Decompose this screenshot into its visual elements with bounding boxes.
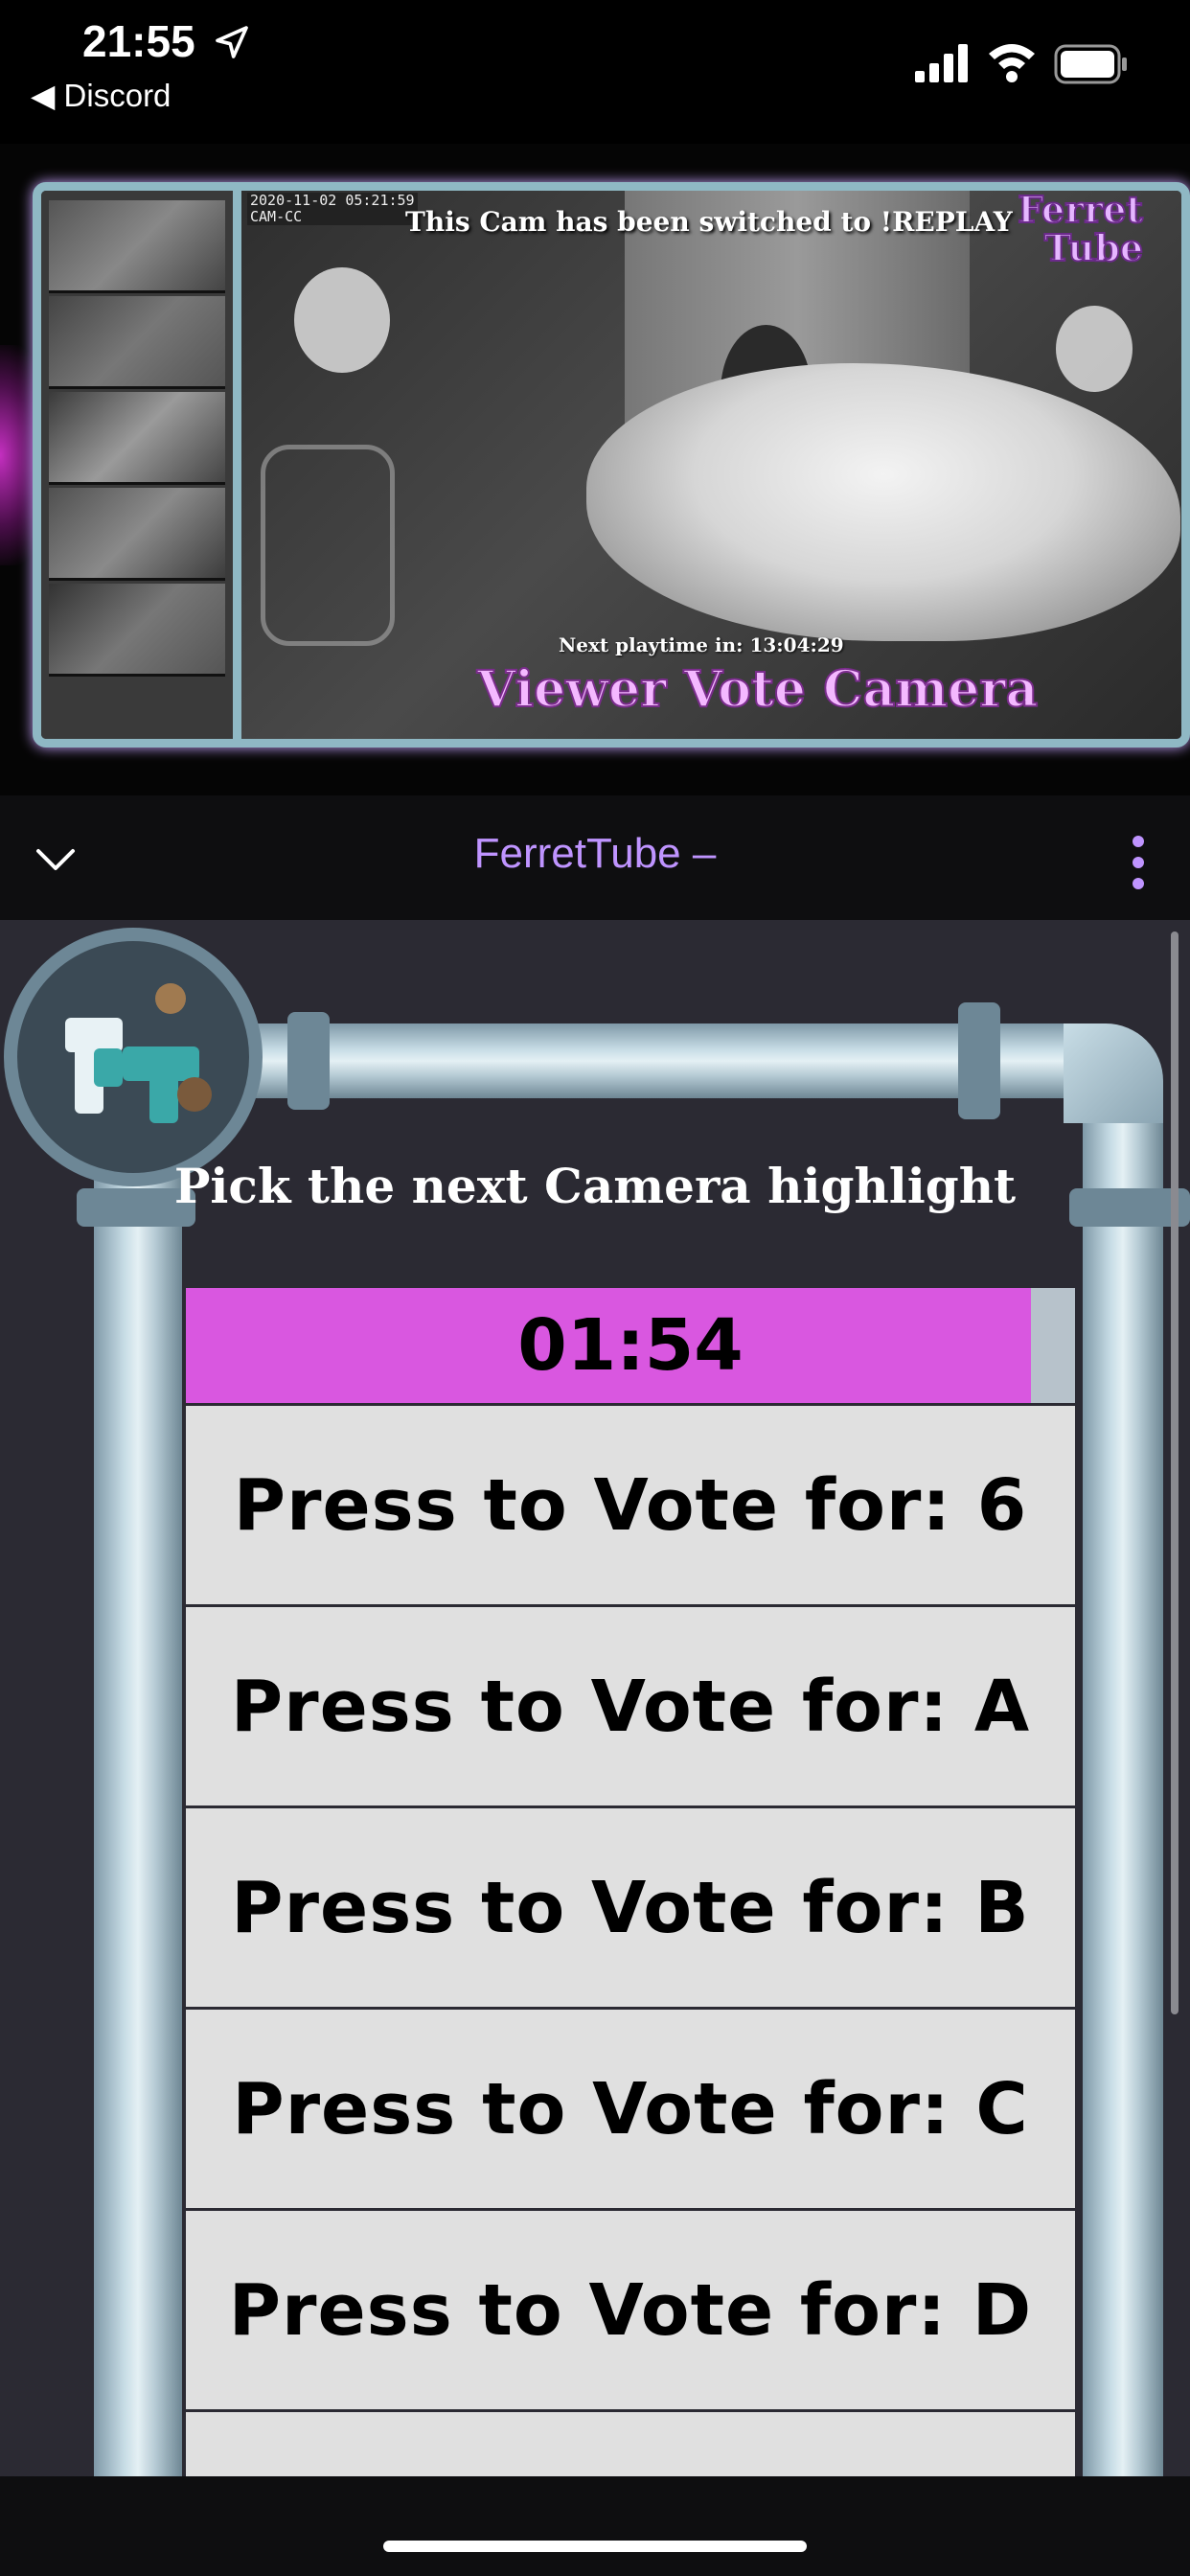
home-indicator[interactable] — [383, 2541, 807, 2552]
pipe-elbow — [1064, 1024, 1163, 1123]
stream-title-bar: FerretTube – — [0, 795, 1190, 920]
stream-frame: 2020-11-02 05:21:59 CAM-CC This Cam has … — [33, 182, 1190, 748]
vote-heading: Pick the next Camera highlight — [173, 1158, 1017, 1214]
vote-option-button[interactable]: Press to Vote for: A — [186, 1604, 1075, 1806]
back-to-discord-link[interactable]: ◀ Discord — [31, 77, 171, 114]
timestamp-text: 2020-11-02 05:21:59 — [250, 192, 415, 209]
video-player[interactable]: 2020-11-02 05:21:59 CAM-CC This Cam has … — [0, 144, 1190, 795]
vote-options-list: Press to Vote for: 6 Press to Vote for: A… — [186, 1403, 1075, 2476]
blanket — [586, 363, 1180, 641]
pumpkin-decoration — [1056, 306, 1133, 392]
vote-option-button[interactable]: Press to Vote for: B — [186, 1806, 1075, 2007]
left-pipe — [94, 1150, 182, 2476]
camera-id: CAM-CC — [250, 208, 303, 225]
clock: 21:55 — [82, 16, 195, 66]
logo-line1: Ferret — [1017, 188, 1144, 231]
channel-title[interactable]: FerretTube – — [0, 830, 1190, 878]
viewer-vote-banner: Viewer Vote Camera — [476, 659, 1039, 720]
camera-timestamp: 2020-11-02 05:21:59 CAM-CC — [247, 193, 418, 225]
right-pipe — [1083, 1092, 1163, 2476]
camera-thumbnail — [49, 200, 225, 293]
pipe-collar — [287, 1012, 330, 1110]
timer-text: 01:54 — [517, 1304, 744, 1387]
next-playtime: Next playtime in: 13:04:29 — [559, 633, 844, 656]
status-bar: 21:55 ◀ Discord — [0, 0, 1190, 144]
main-camera-view: 2020-11-02 05:21:59 CAM-CC — [241, 191, 1181, 739]
more-options-icon[interactable] — [1129, 834, 1148, 891]
pumpkin-decoration — [294, 267, 390, 373]
camera-thumbnail — [49, 392, 225, 485]
ferrettube-logo: Ferret Tube — [999, 188, 1144, 269]
ferrettube-badge — [4, 928, 263, 1186]
vote-option-button[interactable]: Press to Vote for: D — [186, 2208, 1075, 2409]
pipe-collar — [958, 1002, 1000, 1119]
vote-option-button[interactable]: Press to Vote for: 6 — [186, 1403, 1075, 1604]
vote-timer: 01:54 — [186, 1288, 1075, 1403]
camera-thumbnails — [41, 191, 241, 739]
wifi-icon — [989, 44, 1035, 82]
vote-extension-panel: Pick the next Camera highlight 01:54 Pre… — [0, 920, 1190, 2476]
vote-option-button[interactable]: Press to Vote for: C — [186, 2007, 1075, 2208]
scrollbar[interactable] — [1171, 932, 1179, 2014]
battery-icon — [1054, 44, 1127, 84]
camera-thumbnail — [49, 296, 225, 389]
tube-jar — [261, 445, 395, 646]
home-indicator-bar — [0, 2476, 1190, 2576]
pipes-logo-icon — [65, 983, 212, 1123]
cellular-signal-icon — [915, 44, 968, 82]
camera-thumbnail — [49, 488, 225, 581]
vote-option-button-partial[interactable] — [186, 2409, 1075, 2476]
logo-line2: Tube — [1043, 226, 1144, 269]
camera-thumbnail — [49, 584, 225, 677]
replay-message: This Cam has been switched to !REPLAY — [405, 206, 1013, 238]
location-arrow-icon — [216, 26, 248, 58]
